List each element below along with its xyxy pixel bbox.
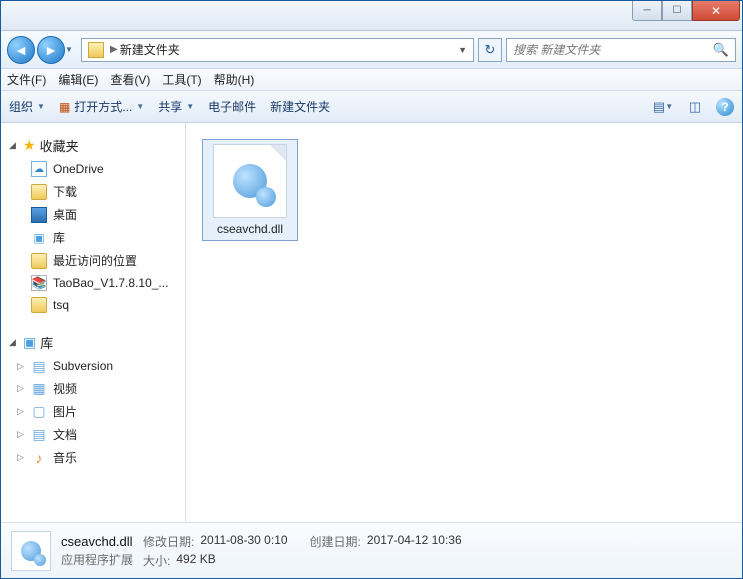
address-bar[interactable]: ▶ 新建文件夹 ▼ <box>81 38 474 62</box>
archive-icon: 📚 <box>31 275 47 291</box>
content-area[interactable]: cseavchd.dll <box>186 123 742 522</box>
chevron-down-icon: ▼ <box>37 102 45 111</box>
forward-button[interactable]: ► <box>37 36 65 64</box>
onedrive-icon: ☁ <box>31 161 47 177</box>
documents-icon: ▤ <box>31 427 47 443</box>
sidebar-item-subversion[interactable]: ▷▤Subversion <box>1 355 185 377</box>
view-mode-button[interactable]: ▤▼ <box>652 97 674 117</box>
collapse-icon: ◢ <box>9 337 19 348</box>
gear-icon <box>256 187 276 207</box>
sidebar-favorites-group: ◢ ★ 收藏夹 ☁OneDrive 下载 桌面 ▣库 最近访问的位置 📚TaoB… <box>1 133 185 316</box>
toolbar-organize[interactable]: 组织▼ <box>9 98 45 115</box>
navbar: ◄ ► ▼ ▶ 新建文件夹 ▼ ↻ 🔍 <box>1 31 742 69</box>
sidebar-item-taobao[interactable]: 📚TaoBao_V1.7.8.10_... <box>1 272 185 294</box>
collapse-icon: ◢ <box>9 140 19 151</box>
details-filename: cseavchd.dll <box>61 534 133 549</box>
sidebar-item-music[interactable]: ▷♪音乐 <box>1 446 185 469</box>
chevron-down-icon: ▼ <box>136 102 144 111</box>
folder-icon <box>88 42 104 58</box>
nav-arrows: ◄ ► ▼ <box>7 36 77 64</box>
sidebar-item-downloads[interactable]: 下载 <box>1 180 185 203</box>
toolbar-share[interactable]: 共享▼ <box>158 98 194 115</box>
sidebar-item-videos[interactable]: ▷▦视频 <box>1 377 185 400</box>
sidebar-item-libraries[interactable]: ▣库 <box>1 226 185 249</box>
sidebar-favorites-header[interactable]: ◢ ★ 收藏夹 <box>1 133 185 158</box>
libraries-icon: ▣ <box>31 230 47 246</box>
breadcrumb-separator-icon: ▶ <box>110 44 118 55</box>
menu-view[interactable]: 查看(V) <box>110 71 150 88</box>
recent-icon <box>31 253 47 269</box>
search-box[interactable]: 🔍 <box>506 38 736 62</box>
details-created-label: 创建日期: <box>310 533 361 550</box>
toolbar-email[interactable]: 电子邮件 <box>208 98 256 115</box>
details-pane: cseavchd.dll 应用程序扩展 修改日期: 2011-08-30 0:10… <box>1 522 742 578</box>
explorer-window: ─ ☐ ✕ ◄ ► ▼ ▶ 新建文件夹 ▼ ↻ 🔍 文件(F) 编辑(E) 查看… <box>0 0 743 579</box>
sidebar-item-documents[interactable]: ▷▤文档 <box>1 423 185 446</box>
minimize-button[interactable]: ─ <box>632 1 662 21</box>
menu-tools[interactable]: 工具(T) <box>162 71 201 88</box>
refresh-button[interactable]: ↻ <box>478 38 502 62</box>
breadcrumb-current[interactable]: 新建文件夹 <box>120 41 180 58</box>
page-fold-icon <box>270 145 286 161</box>
toolbar-new-folder[interactable]: 新建文件夹 <box>270 98 330 115</box>
menu-file[interactable]: 文件(F) <box>7 71 46 88</box>
file-thumbnail <box>213 144 287 218</box>
back-button[interactable]: ◄ <box>7 36 35 64</box>
details-created-value: 2017-04-12 10:36 <box>367 533 462 550</box>
desktop-icon <box>31 207 47 223</box>
video-icon: ▦ <box>31 381 47 397</box>
sidebar-item-recent[interactable]: 最近访问的位置 <box>1 249 185 272</box>
menu-edit[interactable]: 编辑(E) <box>58 71 98 88</box>
sidebar-libraries-label: 库 <box>40 333 53 352</box>
expand-icon: ▷ <box>17 452 25 463</box>
menu-help[interactable]: 帮助(H) <box>214 71 255 88</box>
sidebar-item-tsq[interactable]: tsq <box>1 294 185 316</box>
details-modified-label: 修改日期: <box>143 533 194 550</box>
folder-icon <box>31 297 47 313</box>
body: ◢ ★ 收藏夹 ☁OneDrive 下载 桌面 ▣库 最近访问的位置 📚TaoB… <box>1 123 742 522</box>
close-button[interactable]: ✕ <box>692 1 740 21</box>
details-thumbnail <box>11 531 51 571</box>
file-label: cseavchd.dll <box>217 222 283 236</box>
details-modified-value: 2011-08-30 0:10 <box>200 533 287 550</box>
details-size-label: 大小: <box>143 552 170 569</box>
expand-icon: ▷ <box>17 361 25 372</box>
window-controls: ─ ☐ ✕ <box>632 1 740 21</box>
details-size-value: 492 KB <box>176 552 215 569</box>
folder-icon <box>31 184 47 200</box>
expand-icon: ▷ <box>17 429 25 440</box>
sidebar: ◢ ★ 收藏夹 ☁OneDrive 下载 桌面 ▣库 最近访问的位置 📚TaoB… <box>1 123 186 522</box>
sidebar-item-onedrive[interactable]: ☁OneDrive <box>1 158 185 180</box>
details-name-block: cseavchd.dll 应用程序扩展 <box>61 534 133 568</box>
expand-icon: ▷ <box>17 383 25 394</box>
search-input[interactable] <box>513 43 713 57</box>
details-filetype: 应用程序扩展 <box>61 551 133 568</box>
search-icon[interactable]: 🔍 <box>713 42 729 58</box>
maximize-button[interactable]: ☐ <box>662 1 692 21</box>
libraries-icon: ▣ <box>23 334 36 351</box>
address-dropdown-icon[interactable]: ▼ <box>454 45 471 55</box>
toolbar-open-with[interactable]: ▦打开方式...▼ <box>59 98 144 115</box>
menubar: 文件(F) 编辑(E) 查看(V) 工具(T) 帮助(H) <box>1 69 742 91</box>
sidebar-item-desktop[interactable]: 桌面 <box>1 203 185 226</box>
gear-icon <box>34 554 46 566</box>
toolbar-right: ▤▼ ◫ ? <box>652 97 734 117</box>
sidebar-libraries-header[interactable]: ◢ ▣ 库 <box>1 330 185 355</box>
preview-pane-button[interactable]: ◫ <box>684 97 706 117</box>
chevron-down-icon: ▼ <box>186 102 194 111</box>
nav-history-dropdown[interactable]: ▼ <box>65 45 77 54</box>
toolbar: 组织▼ ▦打开方式...▼ 共享▼ 电子邮件 新建文件夹 ▤▼ ◫ ? <box>1 91 742 123</box>
details-columns: 修改日期: 2011-08-30 0:10 大小: 492 KB 创建日期: 2017… <box>143 533 462 569</box>
star-icon: ★ <box>23 137 36 154</box>
titlebar: ─ ☐ ✕ <box>1 1 742 31</box>
expand-icon: ▷ <box>17 406 25 417</box>
library-icon: ▤ <box>31 358 47 374</box>
sidebar-libraries-group: ◢ ▣ 库 ▷▤Subversion ▷▦视频 ▷▢图片 ▷▤文档 ▷♪音乐 <box>1 330 185 469</box>
music-icon: ♪ <box>31 450 47 466</box>
sidebar-favorites-label: 收藏夹 <box>40 136 79 155</box>
sidebar-item-pictures[interactable]: ▷▢图片 <box>1 400 185 423</box>
help-icon[interactable]: ? <box>716 98 734 116</box>
file-item-selected[interactable]: cseavchd.dll <box>202 139 298 241</box>
pictures-icon: ▢ <box>31 404 47 420</box>
